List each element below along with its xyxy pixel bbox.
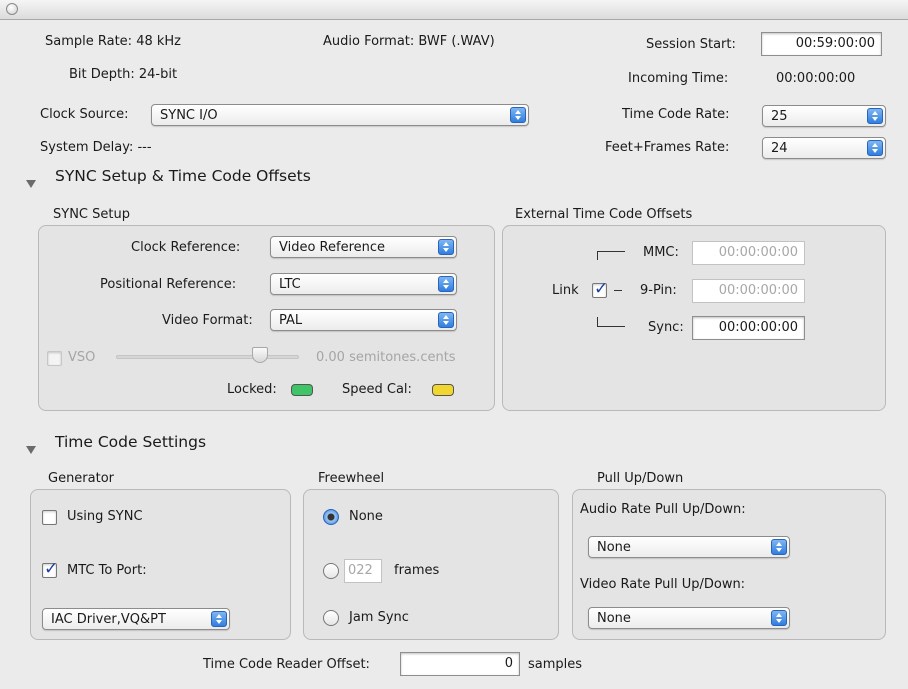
semitones-value: 0.00 semitones.cents — [316, 350, 456, 365]
jam-sync-label: Jam Sync — [349, 610, 409, 625]
bit-depth-label: Bit Depth: 24-bit — [69, 67, 178, 82]
clock-source-popup[interactable]: SYNC I/O — [151, 104, 529, 126]
feet-frames-rate-popup[interactable]: 24 — [762, 137, 886, 159]
incoming-time-label: Incoming Time: — [628, 71, 729, 86]
sample-rate-label: Sample Rate: 48 kHz — [45, 34, 181, 49]
link-checkbox[interactable]: ✓ — [592, 279, 608, 299]
session-start-label: Session Start: — [646, 37, 736, 52]
disclosure-triangle-icon[interactable] — [26, 446, 36, 454]
vso-checkbox[interactable] — [47, 351, 62, 366]
ninepin-label: 9-Pin: — [640, 283, 677, 298]
sync-offset-field[interactable]: 00:00:00:00 — [692, 316, 805, 340]
popup-arrows-icon — [867, 140, 883, 156]
window-close-button[interactable] — [6, 3, 18, 15]
video-format-value: PAL — [279, 313, 303, 328]
using-sync-checkbox[interactable] — [42, 510, 57, 525]
ninepin-offset-field[interactable]: 00:00:00:00 — [692, 279, 805, 303]
jam-sync-radio[interactable] — [323, 610, 339, 626]
video-pull-value: None — [597, 611, 631, 626]
sync-label: Sync: — [648, 320, 684, 335]
popup-arrows-icon — [867, 108, 883, 124]
audio-pull-popup[interactable]: None — [588, 536, 790, 558]
external-offsets-group-label: External Time Code Offsets — [515, 207, 693, 222]
popup-arrows-icon — [438, 312, 454, 328]
video-format-label: Video Format: — [162, 313, 253, 328]
positional-reference-label: Positional Reference: — [100, 277, 237, 292]
freewheel-group-label: Freewheel — [318, 471, 385, 486]
positional-reference-value: LTC — [279, 277, 301, 292]
link-bracket-top — [597, 251, 625, 260]
title-bar — [0, 0, 908, 20]
video-format-popup[interactable]: PAL — [270, 309, 457, 331]
freewheel-frames-field[interactable]: 022 — [344, 559, 382, 583]
popup-arrows-icon — [771, 539, 787, 555]
sync-setup-group-label: SYNC Setup — [53, 207, 130, 222]
locked-label: Locked: — [227, 382, 277, 397]
mtc-port-popup[interactable]: IAC Driver,VQ&PT — [42, 608, 230, 630]
link-bracket-bottom — [597, 317, 625, 327]
clock-source-value: SYNC I/O — [160, 108, 218, 123]
locked-indicator — [291, 384, 313, 396]
mtc-to-port-label: MTC To Port: — [67, 563, 147, 578]
time-code-rate-label: Time Code Rate: — [622, 107, 730, 122]
disclosure-triangle-icon[interactable] — [26, 180, 36, 188]
audio-format-label: Audio Format: BWF (.WAV) — [323, 34, 495, 49]
session-start-field[interactable]: 00:59:00:00 — [761, 32, 882, 56]
speed-cal-indicator — [432, 384, 454, 396]
using-sync-label: Using SYNC — [67, 509, 143, 524]
reader-offset-label: Time Code Reader Offset: — [203, 657, 370, 672]
freewheel-none-radio[interactable] — [323, 509, 339, 525]
reader-offset-field[interactable]: 0 — [400, 652, 520, 676]
feet-frames-rate-label: Feet+Frames Rate: — [605, 140, 730, 155]
link-label: Link — [552, 283, 579, 298]
incoming-time-value: 00:00:00:00 — [776, 71, 856, 86]
feet-frames-rate-value: 24 — [771, 141, 788, 156]
vso-slider-track[interactable] — [116, 355, 299, 359]
popup-arrows-icon — [510, 107, 526, 123]
sync-section-title: SYNC Setup & Time Code Offsets — [55, 167, 311, 185]
pull-group-label: Pull Up/Down — [597, 471, 684, 486]
video-pull-label: Video Rate Pull Up/Down: — [580, 577, 746, 592]
mtc-to-port-checkbox[interactable]: ✓ — [42, 559, 58, 579]
frames-label: frames — [394, 563, 440, 578]
video-pull-popup[interactable]: None — [588, 607, 790, 629]
time-code-rate-value: 25 — [771, 109, 788, 124]
freewheel-frames-radio[interactable] — [323, 563, 339, 579]
popup-arrows-icon — [438, 276, 454, 292]
generator-group-label: Generator — [48, 471, 115, 486]
freewheel-none-label: None — [349, 509, 383, 524]
mmc-label: MMC: — [643, 245, 679, 260]
vso-slider-thumb[interactable] — [251, 347, 268, 363]
positional-reference-popup[interactable]: LTC — [270, 273, 457, 295]
clock-reference-value: Video Reference — [279, 240, 386, 255]
vso-label: VSO — [68, 350, 96, 365]
clock-source-label: Clock Source: — [40, 107, 129, 122]
link-bracket-middle — [614, 290, 622, 291]
clock-reference-label: Clock Reference: — [131, 240, 241, 255]
timecode-section-title: Time Code Settings — [55, 433, 207, 451]
checkmark-icon: ✓ — [594, 279, 609, 299]
audio-pull-label: Audio Rate Pull Up/Down: — [580, 502, 746, 517]
popup-arrows-icon — [438, 239, 454, 255]
system-delay-label: System Delay: --- — [40, 140, 152, 155]
speed-cal-label: Speed Cal: — [342, 382, 412, 397]
audio-pull-value: None — [597, 540, 631, 555]
popup-arrows-icon — [771, 610, 787, 626]
checkmark-icon: ✓ — [44, 559, 59, 579]
popup-arrows-icon — [211, 611, 227, 627]
mmc-offset-field[interactable]: 00:00:00:00 — [692, 241, 805, 265]
time-code-rate-popup[interactable]: 25 — [762, 105, 886, 127]
mtc-port-value: IAC Driver,VQ&PT — [51, 612, 166, 627]
clock-reference-popup[interactable]: Video Reference — [270, 236, 457, 258]
samples-label: samples — [528, 657, 583, 672]
